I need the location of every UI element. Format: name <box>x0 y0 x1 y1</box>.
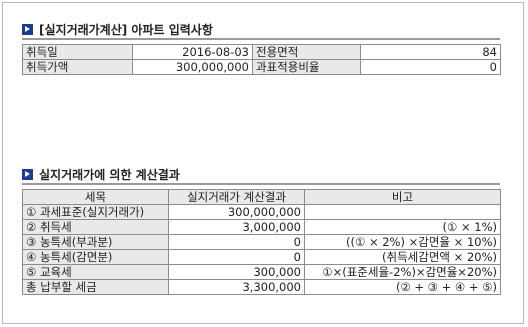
row-item-label: ⑤ 교육세 <box>22 264 169 280</box>
row-item-label: ② 취득세 <box>22 219 169 235</box>
section-divider <box>22 183 500 185</box>
total-tax-note: (② + ③ + ④ + ⑤) <box>304 279 501 295</box>
column-header-item: 세목 <box>22 189 169 205</box>
table-row: ② 취득세 3,000,000 (① × 1%) <box>22 219 501 235</box>
total-tax-value: 3,300,000 <box>168 279 305 295</box>
row-note: (① × 1%) <box>304 219 501 235</box>
row-note: (취득세감면액 × 20%) <box>304 249 501 265</box>
row-item-label: ③ 농특세(부과분) <box>22 234 169 250</box>
table-row-total: 총 납부할 세금 3,300,000 (② + ③ + ④ + ⑤) <box>22 279 501 295</box>
total-tax-label: 총 납부할 세금 <box>22 279 169 295</box>
row-note: ①×(표준세율-2%)×감면율×20%) <box>304 264 501 280</box>
section-divider <box>22 38 500 40</box>
table-row: ① 과세표준(실지거래가) 300,000,000 <box>22 204 501 220</box>
exclusive-area-value: 84 <box>360 44 501 60</box>
acquisition-price-value: 300,000,000 <box>132 59 253 75</box>
input-section-title: [실지거래가계산] 아파트 입력사항 <box>22 21 213 37</box>
row-result-value: 300,000,000 <box>168 204 305 220</box>
row-note: ((① × 2%) ×감면율 × 10%) <box>304 234 501 250</box>
input-table: 취득일 2016-08-03 전용면적 84 취득가액 300,000,000 … <box>22 44 501 75</box>
acquisition-date-label: 취득일 <box>22 44 133 60</box>
tax-base-ratio-label: 과표적용비율 <box>252 59 361 75</box>
row-result-value: 0 <box>168 234 305 250</box>
result-table: 세목 실지거래가 계산결과 비고 ① 과세표준(실지거래가) 300,000,0… <box>22 189 501 295</box>
table-row: ③ 농특세(부과분) 0 ((① × 2%) ×감면율 × 10%) <box>22 234 501 250</box>
acquisition-price-label: 취득가액 <box>22 59 133 75</box>
row-result-value: 0 <box>168 249 305 265</box>
table-row: ④ 농특세(감면분) 0 (취득세감면액 × 20%) <box>22 249 501 265</box>
exclusive-area-label: 전용면적 <box>252 44 361 60</box>
column-header-note: 비고 <box>304 189 501 205</box>
result-section-title-text: 실지거래가에 의한 계산결과 <box>39 167 180 182</box>
column-header-result: 실지거래가 계산결과 <box>168 189 305 205</box>
result-section-title: 실지거래가에 의한 계산결과 <box>22 166 180 182</box>
row-item-label: ① 과세표준(실지거래가) <box>22 204 169 220</box>
input-section-title-text: [실지거래가계산] 아파트 입력사항 <box>39 22 213 37</box>
row-item-label: ④ 농특세(감면분) <box>22 249 169 265</box>
arrow-right-icon <box>22 23 33 35</box>
row-result-value: 300,000 <box>168 264 305 280</box>
row-note <box>304 204 501 220</box>
table-header-row: 세목 실지거래가 계산결과 비고 <box>22 189 501 205</box>
arrow-right-icon <box>22 168 33 180</box>
row-result-value: 3,000,000 <box>168 219 305 235</box>
table-row: 취득가액 300,000,000 과표적용비율 0 <box>22 59 501 75</box>
table-row: 취득일 2016-08-03 전용면적 84 <box>22 44 501 60</box>
tax-base-ratio-value: 0 <box>360 59 501 75</box>
acquisition-date-value: 2016-08-03 <box>132 44 253 60</box>
table-row: ⑤ 교육세 300,000 ①×(표준세율-2%)×감면율×20%) <box>22 264 501 280</box>
